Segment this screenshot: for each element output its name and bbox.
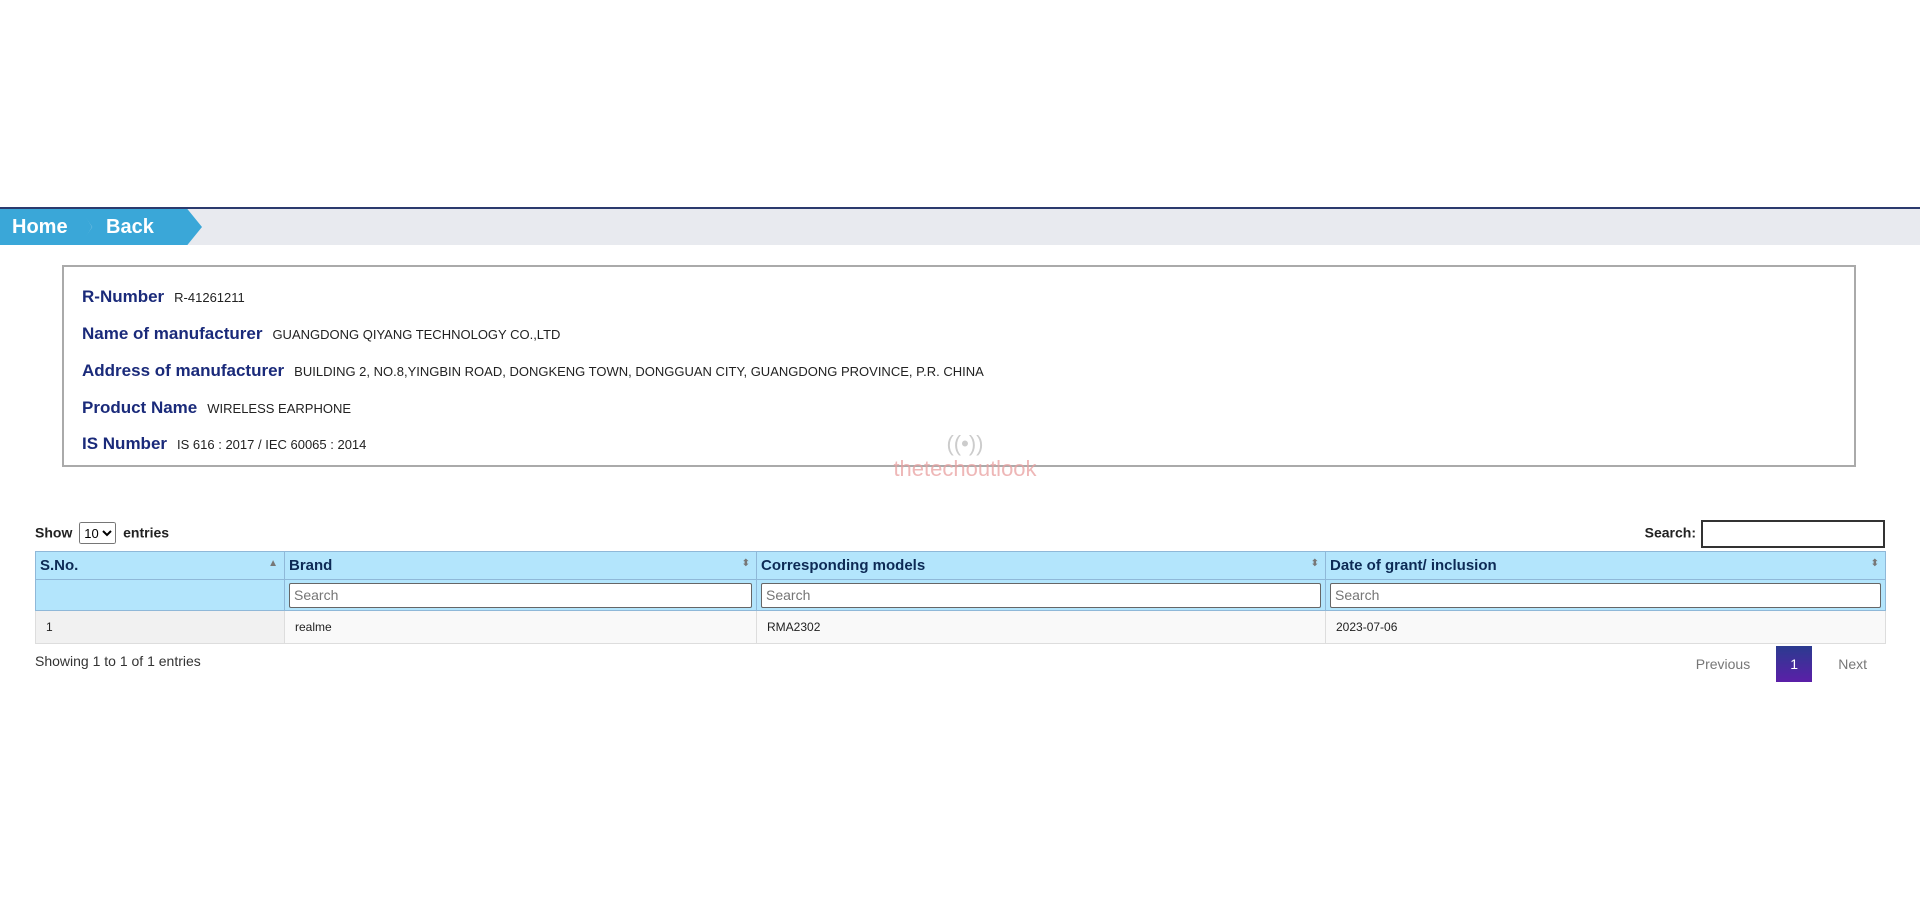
detail-label: Product Name <box>82 398 198 417</box>
detail-label: R-Number <box>82 287 165 306</box>
watermark-logo: ((•)) thetechoutlook <box>880 432 1050 482</box>
show-label: Show <box>35 524 73 541</box>
results-table: S.No. ▲ Brand ⬍ Corresponding models ⬍ Date… <box>35 551 1886 644</box>
detail-value: WIRELESS EARPHONE <box>207 401 352 416</box>
sort-icon: ⬍ <box>1870 558 1879 569</box>
detail-label: IS Number <box>82 434 168 453</box>
column-header-sno[interactable]: S.No. ▲ <box>35 551 285 580</box>
table-info: Showing 1 to 1 of 1 entries <box>35 653 201 669</box>
detail-value: IS 616 : 2017 / IEC 60065 : 2014 <box>177 437 367 452</box>
breadcrumb: Home Back <box>0 209 1920 245</box>
breadcrumb-back[interactable]: Back <box>80 209 202 245</box>
column-label: S.No. <box>40 557 79 574</box>
page-length-select[interactable]: 10 <box>79 522 117 544</box>
page-length-control: Show 10 entries <box>35 522 169 544</box>
detail-product-name: Product Name WIRELESS EARPHONE <box>82 398 351 418</box>
column-header-date[interactable]: Date of grant/ inclusion ⬍ <box>1325 551 1886 580</box>
filter-cell <box>756 579 1326 611</box>
next-button[interactable]: Next <box>1820 656 1885 672</box>
global-search: Search: <box>1645 520 1885 548</box>
breadcrumb-home[interactable]: Home <box>0 209 92 245</box>
detail-value: BUILDING 2, NO.8,YINGBIN ROAD, DONGKENG … <box>294 364 984 379</box>
cell-brand: realme <box>284 610 757 644</box>
sort-asc-icon: ▲ <box>268 558 278 569</box>
previous-button[interactable]: Previous <box>1678 656 1768 672</box>
filter-cell <box>1325 579 1886 611</box>
detail-manufacturer-name: Name of manufacturer GUANGDONG QIYANG TEC… <box>82 324 560 344</box>
brand-filter-input[interactable] <box>289 582 752 608</box>
detail-value: R-41261211 <box>174 290 245 305</box>
models-filter-input[interactable] <box>761 582 1321 608</box>
detail-label: Address of manufacturer <box>82 361 285 380</box>
watermark-text: thetechoutlook <box>893 456 1037 481</box>
detail-r-number: R-Number R-41261211 <box>82 287 245 307</box>
column-label: Brand <box>289 557 333 574</box>
column-label: Date of grant/ inclusion <box>1330 557 1497 574</box>
detail-value: GUANGDONG QIYANG TECHNOLOGY CO.,LTD <box>272 327 561 342</box>
filter-cell <box>284 579 757 611</box>
pagination: Previous 1 Next <box>1678 646 1885 682</box>
sort-icon: ⬍ <box>1310 558 1319 569</box>
entries-label: entries <box>123 524 170 541</box>
cell-sno: 1 <box>35 610 285 644</box>
detail-manufacturer-address: Address of manufacturer BUILDING 2, NO.8,… <box>82 361 984 381</box>
detail-is-number: IS Number IS 616 : 2017 / IEC 60065 : 201… <box>82 434 366 454</box>
date-filter-input[interactable] <box>1330 582 1881 608</box>
column-label: Corresponding models <box>761 557 926 574</box>
antenna-icon: ((•)) <box>946 431 984 456</box>
table-row: 1 realme RMA2302 2023-07-06 <box>35 610 1886 644</box>
cell-model: RMA2302 <box>756 610 1326 644</box>
column-header-models[interactable]: Corresponding models ⬍ <box>756 551 1326 580</box>
search-label: Search: <box>1644 524 1696 541</box>
column-header-brand[interactable]: Brand ⬍ <box>284 551 757 580</box>
detail-label: Name of manufacturer <box>82 324 263 343</box>
filter-cell-empty <box>35 579 285 611</box>
cell-date: 2023-07-06 <box>1325 610 1886 644</box>
page-button-current[interactable]: 1 <box>1776 646 1813 682</box>
sort-icon: ⬍ <box>741 558 750 569</box>
search-input[interactable] <box>1701 520 1885 548</box>
